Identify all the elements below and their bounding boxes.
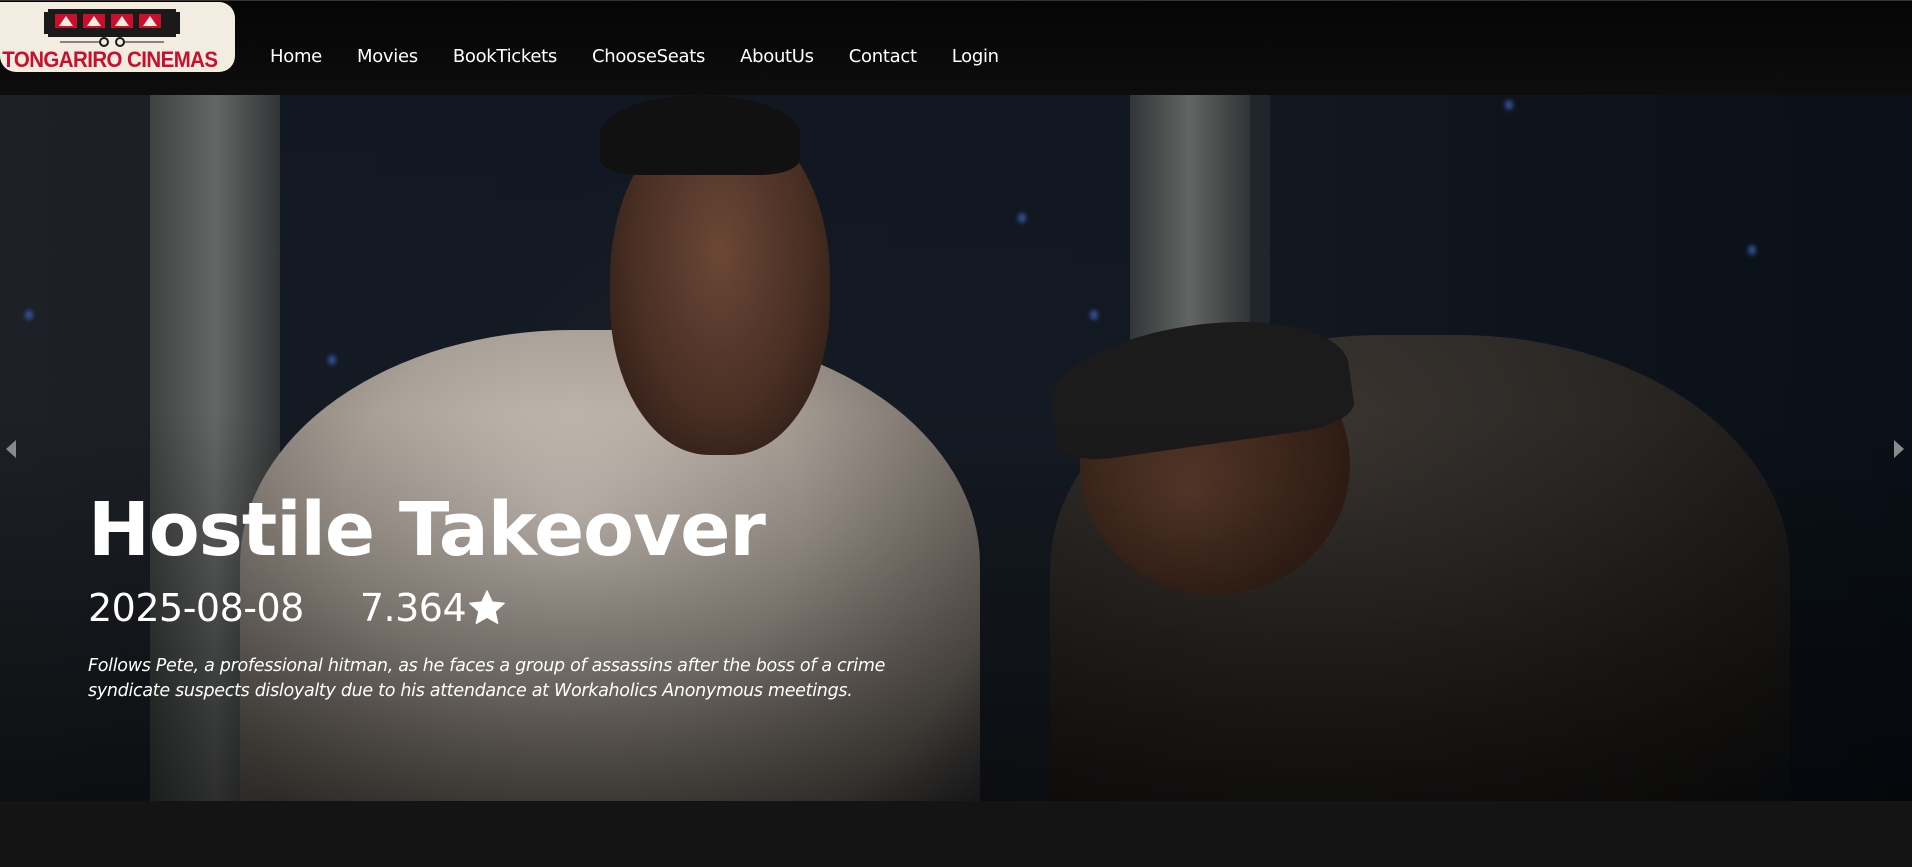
movie-title: Hostile Takeover	[88, 487, 766, 573]
rating-value: 7.364	[359, 586, 467, 630]
site-header: TONGARIRO CINEMAS Home Movies BookTicket…	[0, 0, 1912, 95]
nav-home[interactable]: Home	[270, 45, 322, 69]
nav-movies[interactable]: Movies	[357, 45, 418, 69]
nav-book-tickets[interactable]: BookTickets	[453, 45, 557, 69]
chevron-right-icon[interactable]	[1894, 440, 1904, 458]
chevron-left-icon[interactable]	[6, 440, 16, 458]
movie-meta: 2025-08-08 7.364	[88, 585, 508, 631]
nav-login[interactable]: Login	[952, 45, 999, 69]
main-nav: Home Movies BookTickets ChooseSeats Abou…	[270, 45, 1034, 69]
star-icon	[469, 590, 505, 624]
brand-name: TONGARIRO CINEMAS	[2, 47, 218, 72]
page-content-area	[0, 801, 1912, 867]
hero-carousel: Hostile Takeover 2025-08-08 7.364 Follow…	[0, 95, 1912, 801]
release-date: 2025-08-08	[88, 586, 304, 630]
brand-logo[interactable]: TONGARIRO CINEMAS	[0, 2, 235, 72]
nav-about-us[interactable]: AboutUs	[740, 45, 814, 69]
movie-description: Follows Pete, a professional hitman, as …	[88, 656, 886, 701]
nav-contact[interactable]: Contact	[849, 45, 917, 69]
nav-choose-seats[interactable]: ChooseSeats	[592, 45, 705, 69]
